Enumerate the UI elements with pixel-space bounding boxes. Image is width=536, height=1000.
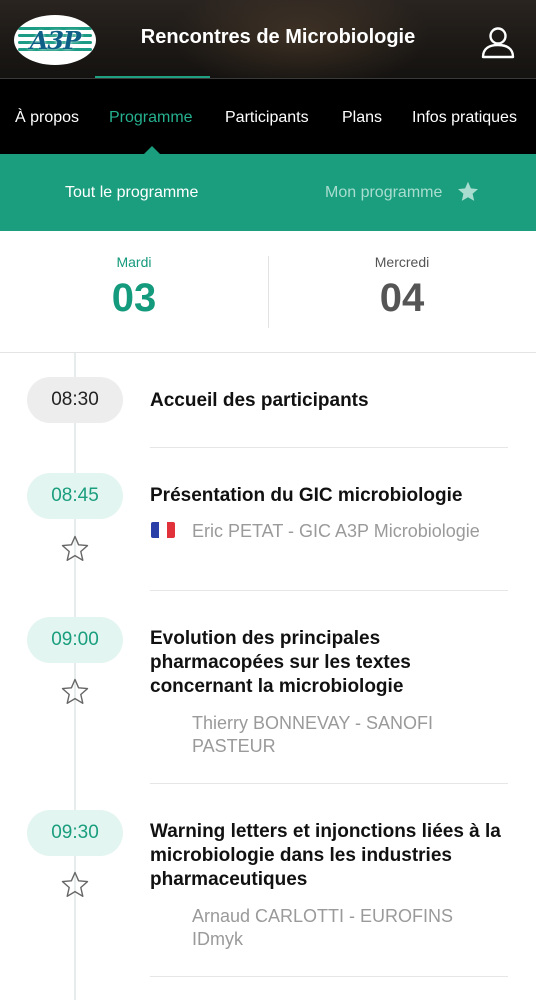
- tab-mon-programme[interactable]: Mon programme: [325, 184, 442, 202]
- day-name: Mercredi: [374, 254, 430, 270]
- france-flag-icon: [151, 522, 175, 538]
- logo-text: A3P: [29, 25, 81, 55]
- star-outline-icon[interactable]: [60, 534, 90, 564]
- day-name: Mardi: [116, 254, 152, 270]
- divider: [150, 783, 508, 784]
- session-title: Warning letters et injonctions liées à l…: [150, 821, 501, 890]
- nav-item-programme[interactable]: Programme: [109, 109, 193, 127]
- star-outline-icon[interactable]: [60, 677, 90, 707]
- main-nav: À propos Programme Participants Plans In…: [0, 78, 536, 154]
- day-divider: [268, 256, 269, 328]
- star-outline-icon[interactable]: [60, 870, 90, 900]
- app-title: Rencontres de Microbiologie: [140, 26, 416, 48]
- session-speaker: Thierry BONNEVAY - SANOFI PASTEUR: [192, 713, 434, 756]
- time-badge: 08:45: [27, 473, 123, 519]
- nav-item-infos-pratiques[interactable]: Infos pratiques: [412, 109, 517, 127]
- a3p-logo[interactable]: A3P: [14, 15, 96, 65]
- day-number: 04: [379, 276, 425, 320]
- day-tab-mercredi[interactable]: Mercredi 04: [268, 231, 536, 321]
- app-header: A3P Rencontres de Microbiologie: [0, 0, 536, 78]
- day-tab-mardi[interactable]: Mardi 03: [0, 231, 268, 321]
- nav-item-plans[interactable]: Plans: [342, 109, 382, 127]
- session-title: Présentation du GIC microbiologie: [150, 485, 463, 506]
- time-badge: 08:30: [27, 377, 123, 423]
- day-number: 03: [111, 276, 157, 320]
- session-speaker: Arnaud CARLOTTI - EUROFINS IDmyk: [192, 906, 454, 949]
- time-badge: 09:30: [27, 810, 123, 856]
- nav-item-a-propos[interactable]: À propos: [15, 109, 79, 127]
- session-title: Accueil des participants: [150, 390, 369, 411]
- divider: [150, 976, 508, 977]
- session-speaker: Eric PETAT - GIC A3P Microbiologie: [192, 521, 480, 541]
- time-badge: 09:00: [27, 617, 123, 663]
- star-icon[interactable]: [456, 180, 480, 204]
- tab-tout-le-programme[interactable]: Tout le programme: [65, 184, 198, 202]
- user-icon[interactable]: [480, 24, 516, 60]
- divider: [150, 590, 508, 591]
- session-title: Evolution des principales pharmacopées s…: [150, 628, 411, 697]
- active-tab-caret: [144, 146, 160, 154]
- nav-item-participants[interactable]: Participants: [225, 109, 309, 127]
- divider: [150, 447, 508, 448]
